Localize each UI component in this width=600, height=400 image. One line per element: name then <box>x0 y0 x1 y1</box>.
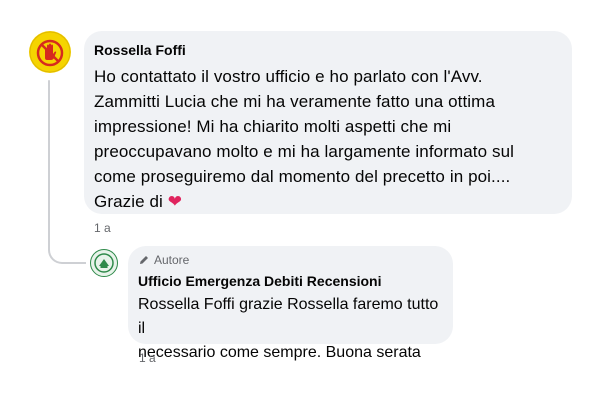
comment-line: Zammitti Lucia che mi ha veramente fatto… <box>94 92 495 111</box>
comment-line: impressione! Mi ha chiarito molti aspett… <box>94 117 452 136</box>
comment-line: Grazie di <box>94 192 163 211</box>
comment-author[interactable]: Rossella Foffi <box>94 41 560 59</box>
reply-line: Rossella Foffi grazie Rossella faremo tu… <box>138 296 439 337</box>
office-logo-icon <box>92 251 116 275</box>
heart-icon: ❤ <box>167 192 183 211</box>
thread-line <box>48 80 50 250</box>
author-badge: Autore <box>138 252 441 268</box>
author-badge-label: Autore <box>154 253 190 267</box>
avatar[interactable] <box>90 249 118 277</box>
comment-text: Ho contattato il vostro ufficio e ho par… <box>94 64 560 214</box>
avatar[interactable] <box>29 31 71 73</box>
comment-line: preoccupavano molto e mi ha largamente i… <box>94 142 515 161</box>
comment-bubble: Rossella Foffi Ho contattato il vostro u… <box>84 31 572 214</box>
reply-author[interactable]: Ufficio Emergenza Debiti Recensioni <box>138 272 441 290</box>
reply-timestamp[interactable]: 1 a <box>139 351 156 365</box>
reply-line: necessario come sempre. Buona serata <box>138 344 421 361</box>
reply-bubble: Autore Ufficio Emergenza Debiti Recensio… <box>128 246 453 361</box>
pencil-icon <box>140 256 148 264</box>
thread-connector <box>48 230 86 264</box>
comment-line: come proseguiremo dal momento del precet… <box>94 167 511 186</box>
stop-hand-logo-icon <box>29 31 71 73</box>
comment-timestamp[interactable]: 1 a <box>94 221 111 235</box>
comment-line-last: Grazie di ❤ <box>94 189 560 214</box>
comment-line: Ho contattato il vostro ufficio e ho par… <box>94 67 483 86</box>
reply-text: Rossella Foffi grazie Rossella faremo tu… <box>138 293 441 365</box>
